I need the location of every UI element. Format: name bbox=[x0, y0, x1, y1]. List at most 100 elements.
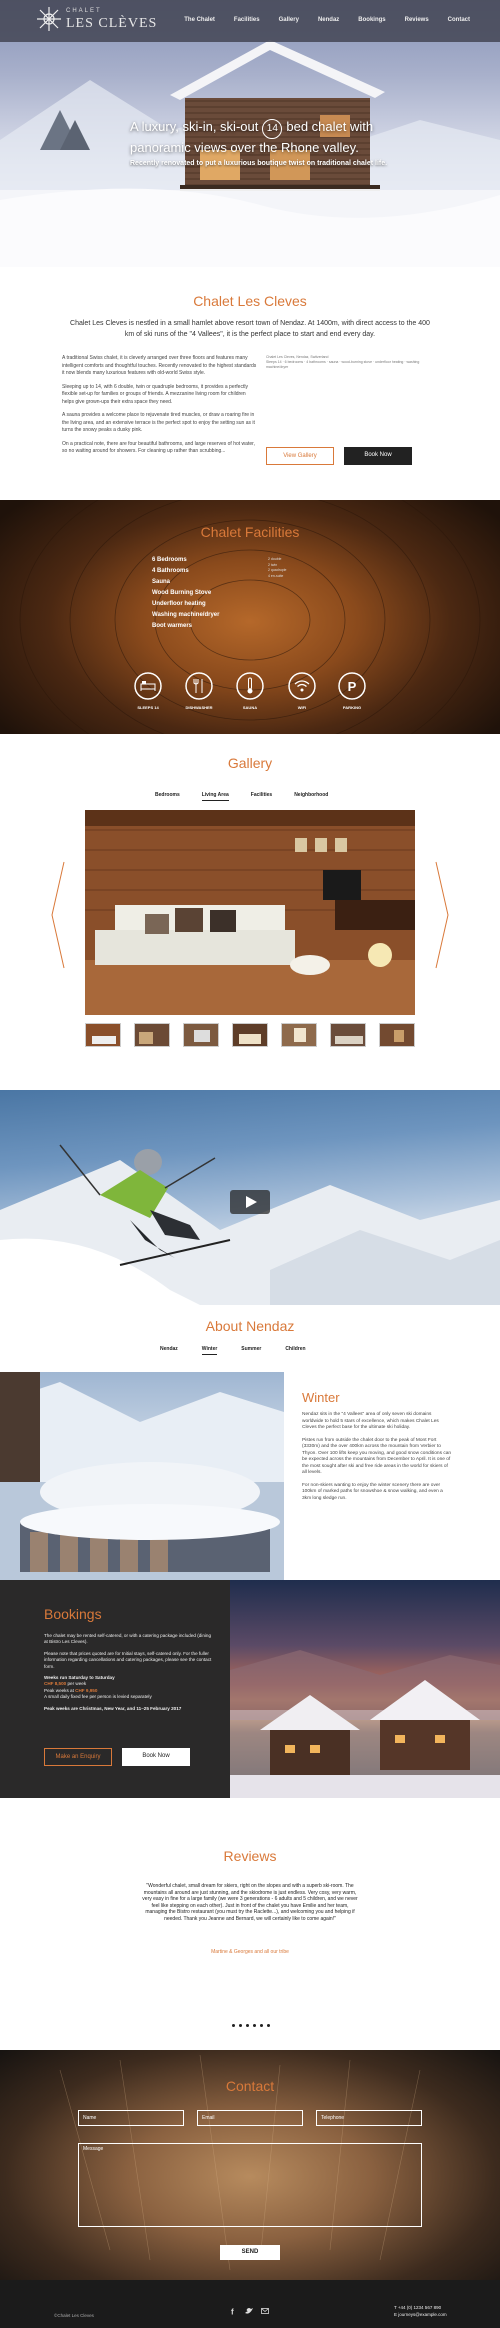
nav-links: The Chalet Facilities Gallery Nendaz Boo… bbox=[184, 17, 470, 23]
video-play-icon[interactable] bbox=[230, 1190, 270, 1214]
peak-dates-info: Peak weeks are Christmas, New Year, and … bbox=[44, 1705, 182, 1711]
gallery-thumbnail[interactable] bbox=[379, 1023, 415, 1047]
gallery-tabs: Bedrooms Living Area Facilities Neighbor… bbox=[155, 792, 328, 801]
review-quote: "Wonderful chalet, small dream for skier… bbox=[142, 1883, 358, 1922]
footer-email[interactable]: E journeys@example.com bbox=[394, 2311, 447, 2318]
facility-item: 6 Bedrooms bbox=[152, 557, 187, 563]
intro-body: A traditional Swiss chalet, it is clever… bbox=[62, 355, 257, 462]
bookings-paragraph: The chalet may be rented self-catered, o… bbox=[44, 1633, 212, 1645]
footer-contact: T +44 (0) 1234 567 890 E journeys@exampl… bbox=[394, 2304, 447, 2318]
email-icon[interactable] bbox=[261, 2307, 269, 2315]
gallery-thumbnail[interactable] bbox=[183, 1023, 219, 1047]
feature-label: WIFI bbox=[297, 705, 307, 710]
tab-winter[interactable]: Winter bbox=[201, 1346, 218, 1355]
hero-headline: A luxury, ski-in, ski-out 14 bed chalet wi… bbox=[130, 118, 400, 156]
chalet-dusk-photo bbox=[230, 1580, 500, 1798]
price-peak-label: Peak weeks at bbox=[44, 1687, 74, 1693]
nav-link-contact[interactable]: Contact bbox=[448, 17, 470, 23]
nav-link-nendaz[interactable]: Nendaz bbox=[318, 17, 339, 23]
min-stay-info: A small daily fixed fee per person is le… bbox=[44, 1694, 152, 1700]
social-links: f bbox=[229, 2307, 269, 2315]
winter-photo bbox=[0, 1372, 284, 1580]
gallery-thumbnail[interactable] bbox=[85, 1023, 121, 1047]
book-now-button[interactable]: Book Now bbox=[344, 447, 412, 465]
nav-link-reviews[interactable]: Reviews bbox=[405, 17, 429, 23]
wifi-feature: WIFI bbox=[288, 672, 327, 710]
winter-paragraph: For non-skiers wanting to enjoy the wint… bbox=[302, 1482, 443, 1501]
bookings-title: Bookings bbox=[44, 1606, 102, 1622]
nav-link-facilities[interactable]: Facilities bbox=[234, 17, 260, 23]
reviews-title: Reviews bbox=[223, 1848, 277, 1864]
wifi-icon bbox=[288, 672, 316, 700]
gallery-thumbnail[interactable] bbox=[330, 1023, 366, 1047]
gallery-thumbnail[interactable] bbox=[232, 1023, 268, 1047]
facility-item: Boot warmers bbox=[152, 623, 193, 629]
twitter-icon[interactable] bbox=[245, 2307, 253, 2315]
price-week-value: CHF 8,500 bbox=[44, 1681, 67, 1687]
footer-phone: T +44 (0) 1234 567 890 bbox=[394, 2305, 442, 2310]
snowy-terrace-image bbox=[0, 1372, 284, 1580]
pagination-dot[interactable] bbox=[232, 2024, 235, 2027]
facility-item: Washing machine/dryer bbox=[152, 612, 220, 618]
price-peak-value: CHF 9,950 bbox=[75, 1687, 98, 1693]
feature-label: SLEEPS 14 bbox=[137, 705, 159, 710]
winter-paragraph: Pistes run from outside the chalet door … bbox=[302, 1437, 452, 1476]
gallery-main-image bbox=[85, 810, 415, 1015]
pagination-dot[interactable] bbox=[267, 2024, 270, 2027]
telephone-field[interactable] bbox=[316, 2110, 422, 2126]
facility-item: Underfloor heating bbox=[152, 601, 206, 607]
intro-paragraph: Sleeping up to 14, with 6 double, twin o… bbox=[62, 383, 248, 405]
pagination-dot[interactable] bbox=[239, 2024, 242, 2027]
facility-item: Wood Burning Stove bbox=[152, 590, 212, 596]
gallery-prev-arrow-icon[interactable] bbox=[50, 860, 66, 970]
feature-label: PARKING bbox=[342, 705, 362, 710]
intro-paragraph: A traditional Swiss chalet, it is clever… bbox=[62, 355, 257, 376]
gallery-next-arrow-icon[interactable] bbox=[434, 860, 450, 970]
tab-neighborhood[interactable]: Neighborhood bbox=[294, 792, 328, 801]
name-field[interactable] bbox=[78, 2110, 184, 2126]
pagination-dot[interactable] bbox=[246, 2024, 249, 2027]
pagination-dot[interactable] bbox=[260, 2024, 263, 2027]
gallery-thumbnail[interactable] bbox=[134, 1023, 170, 1047]
living-room-photo bbox=[85, 810, 415, 1015]
hero-headline-start: A luxury, ski-in, ski-out bbox=[130, 119, 259, 134]
tab-children[interactable]: Children bbox=[285, 1346, 305, 1355]
make-enquiry-button[interactable]: Make an Enquiry bbox=[44, 1748, 112, 1766]
bookings-book-now-button[interactable]: Book Now bbox=[122, 1748, 190, 1766]
pagination-dot[interactable] bbox=[253, 2024, 256, 2027]
send-button[interactable]: SEND bbox=[220, 2245, 280, 2260]
facilities-list: 6 Bedrooms 4 Bathrooms Sauna Wood Burnin… bbox=[152, 557, 242, 634]
dishwasher-feature: DISHWASHER bbox=[185, 672, 224, 710]
winter-title: Winter bbox=[302, 1390, 340, 1405]
email-field[interactable] bbox=[197, 2110, 303, 2126]
parking-icon: P bbox=[338, 672, 366, 700]
footer-copyright: ©Chalet Les Cleves bbox=[54, 2313, 94, 2318]
logo-name[interactable]: LES CLÈVES bbox=[66, 16, 157, 32]
nav-link-gallery[interactable]: Gallery bbox=[279, 17, 299, 23]
intro-lead: Chalet Les Cleves is nestled in a small … bbox=[70, 320, 430, 338]
gallery-thumbnail[interactable] bbox=[281, 1023, 317, 1047]
tab-bedrooms[interactable]: Bedrooms bbox=[155, 792, 180, 801]
tab-facilities[interactable]: Facilities bbox=[251, 792, 272, 801]
snowflake-logo-icon[interactable] bbox=[36, 6, 62, 32]
nav-link-bookings[interactable]: Bookings bbox=[358, 17, 385, 23]
sleeps-feature: SLEEPS 14 bbox=[134, 672, 173, 710]
tab-summer[interactable]: Summer bbox=[241, 1346, 261, 1355]
bed-icon bbox=[134, 672, 162, 700]
gallery-title: Gallery bbox=[227, 755, 273, 771]
intro-paragraph: A sauna provides a welcome place to reju… bbox=[62, 412, 255, 433]
tab-nendaz[interactable]: Nendaz bbox=[160, 1346, 178, 1355]
contact-title: Contact bbox=[225, 2078, 275, 2094]
message-field[interactable] bbox=[78, 2143, 422, 2227]
bookings-body: The chalet may be rented self-catered, o… bbox=[44, 1633, 214, 1712]
feature-label: SAUNA bbox=[242, 705, 258, 710]
view-gallery-button[interactable]: View Gallery bbox=[266, 447, 334, 465]
nav-link-chalet[interactable]: The Chalet bbox=[184, 17, 215, 23]
review-pagination bbox=[232, 2024, 270, 2027]
tab-living-area[interactable]: Living Area bbox=[201, 792, 229, 801]
intro-title: Chalet Les Cleves bbox=[193, 293, 307, 309]
facebook-icon[interactable]: f bbox=[229, 2307, 237, 2316]
svg-text:P: P bbox=[348, 679, 357, 694]
winter-paragraph: Nendaz sits in the "4 Vallees" area of o… bbox=[302, 1412, 439, 1430]
facilities-details: 2 double 2 twin 2 quadruple 4 en-suite bbox=[268, 557, 328, 579]
